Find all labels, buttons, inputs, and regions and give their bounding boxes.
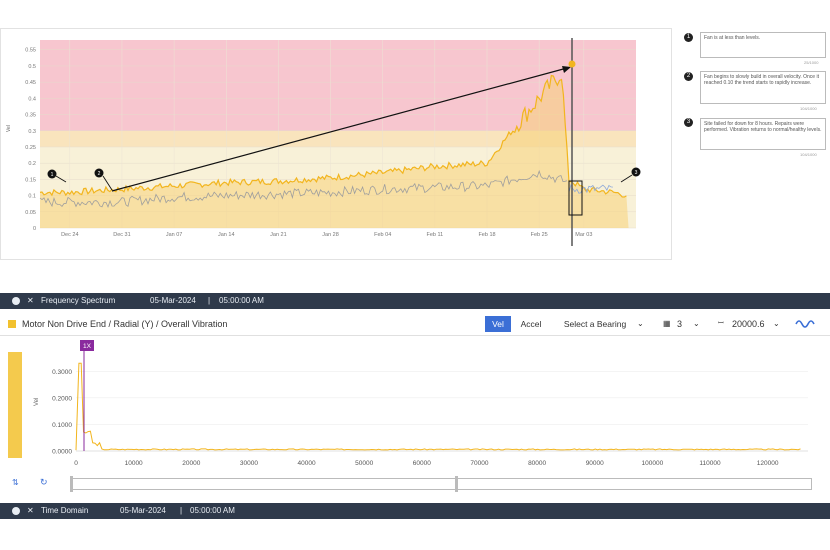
spectrum-x-tick: 10000 (125, 460, 143, 467)
spectrum-x-tick: 50000 (355, 460, 373, 467)
close-circle-icon[interactable] (12, 297, 20, 305)
spectrum-time: 05:00:00 AM (219, 296, 264, 305)
trend-y-tick: 0.2 (28, 161, 36, 167)
spectrum-x-tick: 90000 (586, 460, 604, 467)
series-legend-label: Motor Non Drive End / Radial (Y) / Overa… (22, 319, 228, 329)
range-selector[interactable] (70, 478, 812, 490)
spectrum-date: 05-Mar-2024 (150, 296, 196, 305)
refresh-icon[interactable]: ↻ (40, 477, 48, 488)
note-1-textarea[interactable]: Fan is at less than levels. (700, 32, 826, 58)
trend-y-tick: 0.05 (25, 210, 36, 216)
spectrum-separator: | (208, 296, 211, 305)
fmax-chevron-icon[interactable]: ⌄ (773, 316, 780, 332)
note-2-textarea[interactable]: Fan begins to slowly build in overall ve… (700, 71, 826, 104)
accel-toggle-button[interactable]: Accel (517, 316, 545, 332)
note-marker-3: 3 (684, 118, 693, 127)
cursor-label: 1X (83, 343, 92, 350)
time-domain-time: 05:00:00 AM (190, 506, 235, 515)
toolbar-divider (0, 335, 830, 336)
spectrum-x-tick: 70000 (470, 460, 488, 467)
count-value[interactable]: 3 (677, 316, 682, 332)
spectrum-level-bar (8, 352, 22, 458)
spectrum-x-tick: 120000 (757, 460, 779, 467)
note-3-textarea[interactable]: Site failed for down for 8 hours. Repair… (700, 118, 826, 150)
trend-x-tick: Jan 28 (322, 232, 339, 238)
spectrum-title-bar: ✕ Frequency Spectrum 05-Mar-2024 | 05:00… (0, 293, 830, 309)
trend-x-tick: Dec 24 (61, 232, 78, 238)
vel-toggle-button[interactable]: Vel (485, 316, 511, 332)
bearing-chevron-icon[interactable]: ⌄ (637, 316, 644, 332)
spectrum-x-tick: 110000 (699, 460, 721, 467)
count-chevron-icon[interactable]: ⌄ (693, 316, 700, 332)
spectrum-chart: 0.3000 0.2000 0.1000 0.0000 0 10000 20000 3000… (34, 340, 808, 467)
spectrum-x-tick: 100000 (642, 460, 664, 467)
spectrum-title: Frequency Spectrum (41, 296, 116, 305)
range-handle-mid[interactable] (455, 476, 458, 492)
time-domain-title: Time Domain (41, 506, 89, 515)
trend-x-tick: Mar 03 (575, 232, 592, 238)
spectrum-y-tick: 0.1000 (52, 422, 72, 429)
trend-y-tick: 0.15 (25, 177, 36, 183)
note-2-char-count: 104/1000 (800, 106, 817, 111)
note-marker-1: 1 (684, 33, 693, 42)
fmax-icon[interactable]: ꟷ (718, 316, 724, 332)
spectrum-y-tick: 0.2000 (52, 395, 72, 402)
range-handle-left[interactable] (70, 476, 73, 492)
spectrum-x-tick: 60000 (413, 460, 431, 467)
trend-y-tick: 0.3 (28, 129, 36, 135)
trend-x-tick: Dec 31 (113, 232, 130, 238)
close-circle-icon[interactable] (12, 507, 20, 515)
note-1-char-count: 25/1000 (804, 60, 819, 65)
trend-x-tick: Jan 21 (270, 232, 287, 238)
spectrum-x-tick: 0 (74, 460, 78, 467)
time-domain-separator: | (180, 506, 183, 515)
cursor-point[interactable] (568, 60, 576, 68)
spectrum-y-axis-label: Vel (34, 398, 40, 406)
svg-text:3: 3 (635, 170, 638, 176)
bearing-select[interactable]: Select a Bearing (558, 316, 632, 332)
time-domain-title-bar: ✕ Time Domain 05-Mar-2024 | 05:00:00 AM (0, 503, 830, 519)
trend-y-axis-label: Vel (6, 125, 12, 132)
trend-x-tick: Feb 11 (426, 232, 443, 238)
spectrum-x-tick: 30000 (240, 460, 258, 467)
trend-y-tick: 0.5 (28, 64, 36, 70)
note-marker-2: 2 (684, 72, 693, 81)
trend-x-tick: Jan 07 (166, 232, 183, 238)
fmax-value[interactable]: 20000.6 (732, 316, 765, 332)
spectrum-y-tick: 0.0000 (52, 449, 72, 456)
note-3-char-count: 104/1000 (800, 152, 817, 157)
waveform-icon[interactable] (795, 318, 817, 330)
spectrum-x-tick: 20000 (182, 460, 200, 467)
spectrum-x-tick: 40000 (298, 460, 316, 467)
legend-swatch (8, 320, 16, 328)
trend-x-tick: Feb 04 (374, 232, 391, 238)
trend-y-tick: 0.45 (25, 80, 36, 86)
trend-y-tick: 0.25 (25, 145, 36, 151)
zoom-reset-icon[interactable]: ⇅ (12, 478, 19, 487)
spectrum-y-tick: 0.3000 (52, 369, 72, 376)
trend-chart: 0.55 0.5 0.45 0.4 0.35 0.3 0.25 0.2 0.15 0.1 0.05 0… (0, 28, 672, 260)
time-domain-date: 05-Mar-2024 (120, 506, 166, 515)
trend-y-tick: 0.35 (25, 113, 36, 119)
spectrum-x-tick: 80000 (528, 460, 546, 467)
svg-text:2: 2 (98, 171, 101, 177)
trend-x-tick: Feb 18 (478, 232, 495, 238)
spectrum-line (75, 362, 801, 451)
trend-x-tick: Jan 14 (218, 232, 235, 238)
trend-x-tick: Feb 25 (531, 232, 548, 238)
trend-y-tick: 0 (33, 226, 36, 232)
collapse-x-icon[interactable]: ✕ (27, 293, 34, 309)
trend-y-tick: 0.4 (28, 96, 36, 102)
cpm-units-icon[interactable]: ▦ (663, 316, 671, 332)
svg-text:1: 1 (51, 172, 54, 178)
collapse-x-icon[interactable]: ✕ (27, 503, 34, 519)
trend-y-tick: 0.55 (25, 48, 36, 54)
trend-y-tick: 0.1 (28, 194, 36, 200)
